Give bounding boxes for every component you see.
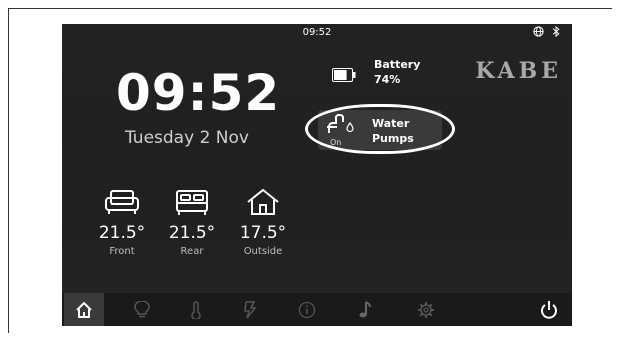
nav-power[interactable]: [230, 293, 270, 326]
nav-lighting[interactable]: [122, 293, 162, 326]
temp-rear[interactable]: 21.5° Rear: [157, 188, 227, 257]
nav-home[interactable]: [64, 293, 104, 326]
status-time: 09:52: [302, 27, 332, 38]
bed-icon: [157, 188, 227, 216]
battery-label: Battery 74%: [374, 57, 420, 87]
bottom-nav-bar: [62, 293, 572, 326]
temp-front-value: 21.5°: [98, 223, 146, 243]
battery-title: Battery: [374, 58, 421, 71]
status-bar: 09:52: [62, 24, 572, 44]
nav-info[interactable]: [287, 293, 327, 326]
power-icon: [539, 300, 559, 320]
battery-percentage: 74%: [374, 73, 401, 86]
power-bolt-icon: [243, 300, 257, 319]
nav-heating[interactable]: [176, 293, 216, 326]
info-icon: [298, 301, 316, 319]
temp-rear-label: Rear: [180, 246, 204, 257]
globe-icon: [532, 26, 548, 40]
frame-border-top: [8, 8, 612, 9]
brand-logo: KABE: [475, 58, 562, 84]
bluetooth-icon: [552, 25, 560, 40]
home-icon: [75, 301, 93, 319]
temp-rear-value: 21.5°: [168, 223, 216, 243]
nav-power-off[interactable]: [529, 293, 569, 326]
house-icon: [228, 188, 298, 216]
thermometer-icon: [190, 300, 202, 319]
water-pumps-highlight-ring: [305, 104, 455, 154]
light-bulb-icon: [134, 300, 150, 319]
nav-music[interactable]: [345, 293, 385, 326]
temp-outside-label: Outside: [243, 246, 283, 257]
music-icon: [358, 300, 372, 319]
temp-outside-value: 17.5°: [239, 223, 287, 243]
temp-outside[interactable]: 17.5° Outside: [228, 188, 298, 257]
settings-gear-icon: [417, 301, 435, 319]
status-icons: [528, 25, 561, 40]
temp-front[interactable]: 21.5° Front: [87, 188, 157, 257]
battery-icon: [332, 67, 356, 82]
temp-front-label: Front: [109, 246, 135, 257]
frame-border-left: [8, 8, 9, 333]
nav-settings[interactable]: [406, 293, 446, 326]
control-panel-screen: 09:52 09:52 Tuesday 2 Nov Battery 74% KA…: [62, 24, 572, 326]
main-clock: 09:52: [116, 64, 281, 122]
sofa-icon: [87, 188, 157, 216]
date-label: Tuesday 2 Nov: [125, 128, 249, 148]
